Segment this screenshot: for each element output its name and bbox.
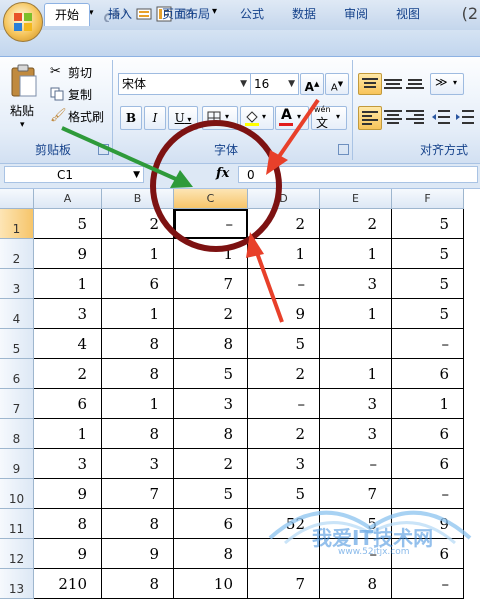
red-arrow-formula bbox=[266, 98, 320, 175]
row-number: 13 bbox=[8, 582, 25, 596]
cell-a13[interactable]: 210 bbox=[34, 569, 102, 599]
cell-e13[interactable]: 8 bbox=[320, 569, 392, 599]
cell-f13[interactable]: – bbox=[392, 569, 464, 599]
office-logo-icon bbox=[14, 13, 32, 31]
office-button[interactable] bbox=[3, 2, 43, 42]
cell-c13[interactable]: 10 bbox=[174, 569, 248, 599]
annotation-arrows bbox=[61, 98, 320, 323]
cell-d13[interactable]: 7 bbox=[248, 569, 320, 599]
watermark-url: www.52itjx.com bbox=[338, 547, 410, 557]
green-arrow bbox=[61, 126, 193, 188]
cell-b13[interactable]: 8 bbox=[102, 569, 174, 599]
row-header-13[interactable]: 13 bbox=[0, 569, 34, 599]
red-arrow-cell bbox=[246, 232, 284, 323]
